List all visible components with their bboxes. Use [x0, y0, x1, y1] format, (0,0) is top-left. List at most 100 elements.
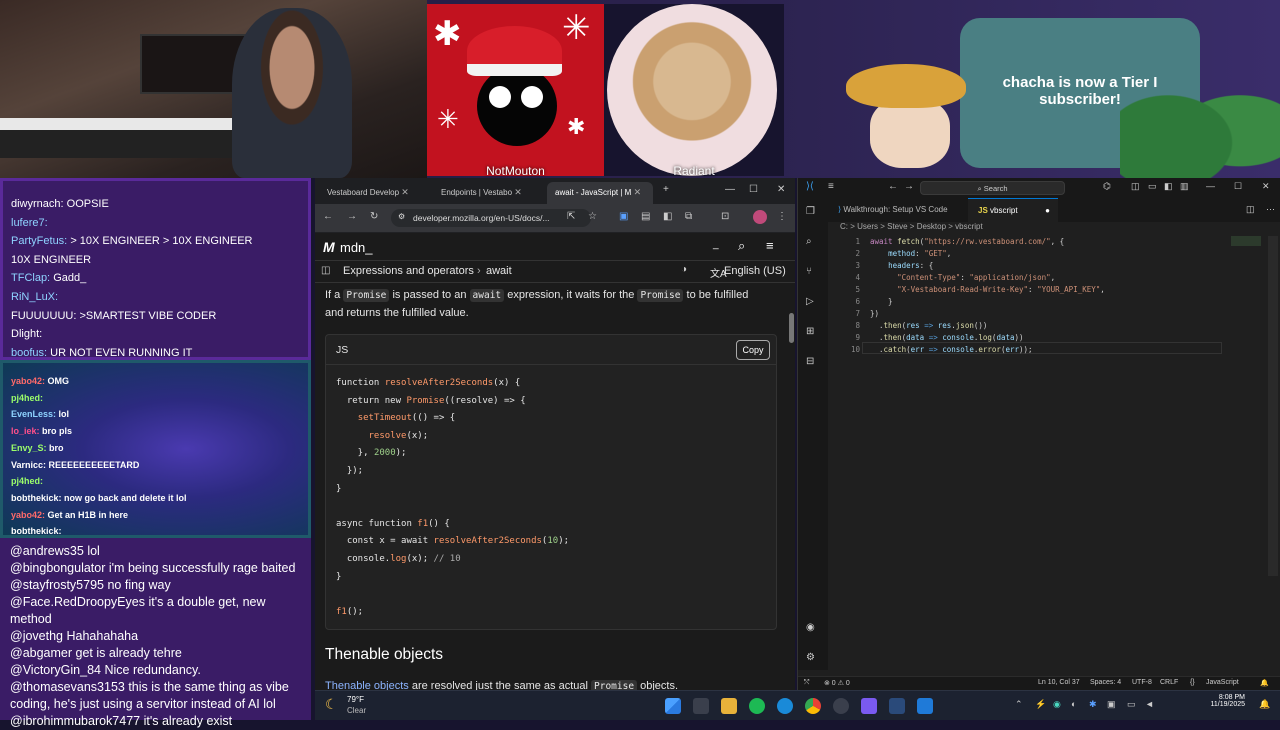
tray-app-icon[interactable]: ▣	[1107, 699, 1116, 710]
line-ending[interactable]: CRLF	[1160, 679, 1178, 686]
spotify-icon[interactable]	[749, 698, 765, 714]
chat-username[interactable]: FUUUUUUU:	[11, 310, 76, 322]
breadcrumb-item[interactable]: Expressions and operators	[343, 265, 474, 277]
chat-username[interactable]: bobthekick:	[11, 526, 62, 535]
forward-icon[interactable]: →	[347, 211, 357, 222]
menu-icon[interactable]: ≡	[828, 181, 834, 192]
chat-username[interactable]: @bingbongulator	[10, 561, 105, 575]
copilot-icon[interactable]: ⌬	[1103, 181, 1111, 192]
bluetooth-icon[interactable]: ✱	[1089, 699, 1097, 710]
chat-username[interactable]: @Face.RedDroopyEyes	[10, 595, 145, 609]
chat-username[interactable]: PartyFetus:	[11, 235, 67, 247]
layout-icon[interactable]: ◫	[1131, 181, 1140, 192]
close-icon[interactable]: ✕	[514, 187, 522, 197]
tray-overflow-icon[interactable]: ⌃	[1015, 699, 1023, 710]
braces-icon[interactable]: {}	[1190, 679, 1195, 686]
forward-icon[interactable]: →	[904, 181, 914, 192]
chat-username[interactable]: @abgamer	[10, 646, 72, 660]
reload-icon[interactable]: ↻	[370, 211, 378, 222]
remote-explorer-icon[interactable]: ⊟	[806, 356, 814, 367]
extension-icon[interactable]: ▣	[619, 211, 628, 222]
language-select[interactable]: English (US)	[724, 265, 786, 277]
layout-icon[interactable]: ◧	[1164, 181, 1173, 192]
encoding[interactable]: UTF-8	[1132, 679, 1152, 686]
close-icon[interactable]: ✕	[401, 187, 409, 197]
chat-username[interactable]: yabo42:	[11, 376, 45, 386]
chat-username[interactable]: diwyrnach:	[11, 198, 64, 210]
chat-username[interactable]: RiN_LuX:	[11, 291, 58, 303]
file-explorer-icon[interactable]	[721, 698, 737, 714]
code-editor[interactable]: 1 2 3 4 5 6 7 8 9 10 await fetch("https://rw.vest…	[828, 236, 1280, 670]
toc-icon[interactable]: ◑	[681, 264, 687, 275]
unsaved-dot-icon[interactable]: ●	[1045, 206, 1050, 215]
sidebar-toggle-icon[interactable]: ◫	[321, 265, 330, 276]
vscode-taskbar-icon[interactable]	[917, 698, 933, 714]
extensions-puzzle-icon[interactable]: ⧉	[685, 211, 692, 222]
more-actions-icon[interactable]: ⋯	[1266, 204, 1275, 215]
editor-breadcrumb[interactable]: C: > Users > Steve > Desktop > vbscript	[828, 222, 1280, 236]
chat-username[interactable]: @andrews35	[10, 544, 84, 558]
back-icon[interactable]: ←	[323, 211, 333, 222]
network-icon[interactable]: ▭	[1127, 699, 1136, 710]
extension-icon[interactable]: ◧	[663, 211, 672, 222]
chat-username[interactable]: bobthekick:	[11, 493, 62, 503]
minimap[interactable]	[1231, 236, 1261, 246]
maximize-icon[interactable]: ☐	[1234, 181, 1242, 192]
app-icon[interactable]	[861, 698, 877, 714]
tab-await[interactable]: await - JavaScript | M ✕	[547, 182, 653, 204]
tab-endpoints[interactable]: Endpoints | Vestabo ✕	[433, 182, 543, 204]
chat-username[interactable]: EvenLess:	[11, 409, 56, 419]
mdn-logo[interactable]: mdn_	[340, 240, 373, 255]
chat-username[interactable]: Dlight:	[11, 328, 42, 340]
theme-toggle-icon[interactable]: _	[713, 239, 719, 250]
chrome-icon[interactable]	[805, 698, 821, 714]
chat-username[interactable]: TFClap:	[11, 272, 50, 284]
start-windows-icon[interactable]	[665, 698, 681, 714]
mdn-m-icon[interactable]: M	[323, 239, 335, 255]
chat-username[interactable]: lo_iek:	[11, 426, 40, 436]
volume-icon[interactable]: ◄	[1145, 699, 1154, 709]
remote-icon[interactable]: ⤲	[804, 679, 810, 687]
chat-username[interactable]: pj4hed:	[11, 476, 43, 486]
tray-app-icon[interactable]: ⚡	[1035, 699, 1046, 710]
copy-button[interactable]: Copy	[736, 340, 770, 360]
run-debug-icon[interactable]: ▷	[806, 296, 814, 307]
scrollbar[interactable]	[789, 313, 794, 343]
problems-indicator[interactable]: ⊗ 0 ⚠ 0	[824, 679, 850, 687]
app-icon[interactable]	[833, 698, 849, 714]
hamburger-menu-icon[interactable]: ≡	[766, 238, 774, 253]
command-search[interactable]: ⌕ Search	[920, 181, 1065, 195]
chat-username[interactable]: Varnicc:	[11, 460, 46, 470]
tray-app-icon[interactable]: ◉	[1053, 699, 1061, 710]
indentation[interactable]: Spaces: 4	[1090, 679, 1121, 686]
extension-icon[interactable]: ▤	[641, 211, 650, 222]
tab-walkthrough[interactable]: ⟩ Walkthrough: Setup VS Code	[828, 198, 958, 222]
back-icon[interactable]: ←	[888, 181, 898, 192]
layout-icon[interactable]: ▭	[1148, 181, 1157, 192]
task-view-icon[interactable]	[693, 698, 709, 714]
kebab-menu-icon[interactable]: ⋮	[777, 211, 787, 222]
tab-vbscript[interactable]: JS vbscript ●	[968, 198, 1058, 222]
explorer-icon[interactable]: ❐	[806, 206, 815, 217]
minimize-icon[interactable]: —	[725, 184, 735, 195]
search-icon[interactable]: ⌕	[806, 236, 812, 247]
weather-temp[interactable]: 79°F	[347, 695, 364, 704]
profile-avatar[interactable]	[753, 210, 767, 224]
url-field[interactable]: ⚙ developer.mozilla.org/en-US/docs/...	[391, 209, 591, 227]
chat-username[interactable]: @VictoryGin_84	[10, 663, 101, 677]
chat-username[interactable]: @thomasevans3153	[10, 680, 125, 694]
maximize-icon[interactable]: ☐	[749, 184, 758, 195]
language-mode[interactable]: JavaScript	[1206, 679, 1239, 686]
chat-username[interactable]: @ibrohimmubarok7477	[10, 714, 140, 728]
tray-app-icon[interactable]: ◐	[1071, 699, 1076, 709]
notifications-icon[interactable]: 🔔	[1260, 679, 1269, 687]
steam-icon[interactable]	[889, 698, 905, 714]
cursor-position[interactable]: Ln 10, Col 37	[1038, 679, 1080, 686]
new-tab-icon[interactable]: +	[663, 184, 669, 195]
chat-username[interactable]: lufere7:	[11, 217, 48, 229]
tab-vestaboard[interactable]: Vestaboard Develop ✕	[319, 182, 429, 204]
bookmark-star-icon[interactable]: ☆	[588, 211, 597, 222]
chat-username[interactable]: Envy_S:	[11, 443, 47, 453]
minimize-icon[interactable]: —	[1206, 181, 1215, 191]
source-control-icon[interactable]: ⑂	[806, 266, 812, 277]
